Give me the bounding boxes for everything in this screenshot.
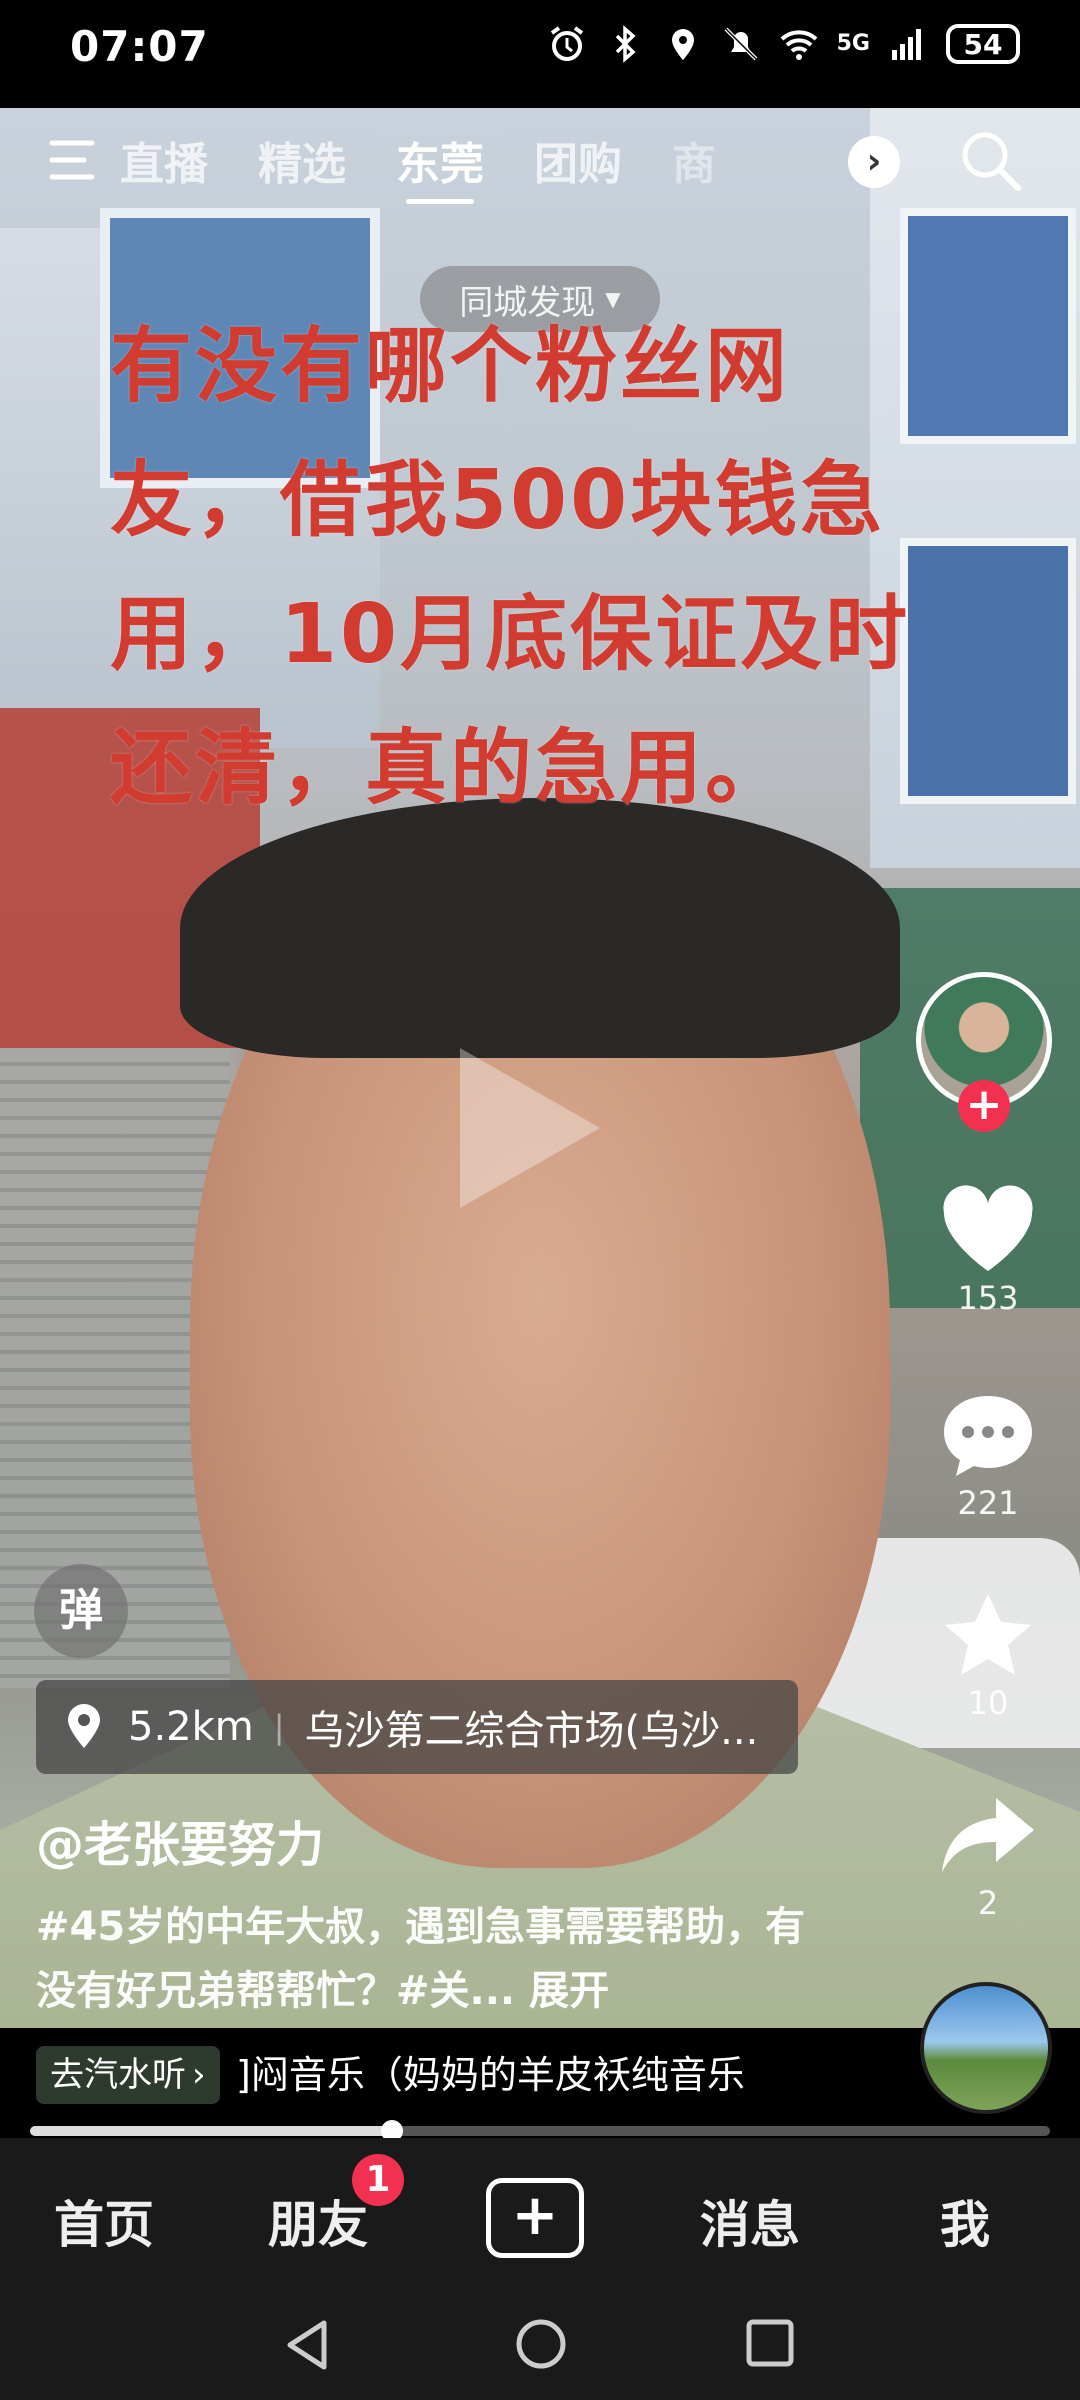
- status-time: 07:07: [70, 22, 209, 71]
- like-count: 153: [957, 1279, 1019, 1317]
- menu-icon[interactable]: [48, 135, 108, 185]
- progress-fill: [30, 2126, 393, 2136]
- location-chip[interactable]: 5.2km | 乌沙第二综合市场(乌沙...: [36, 1680, 798, 1774]
- share-button[interactable]: 2: [928, 1790, 1048, 1922]
- back-icon[interactable]: [282, 2318, 332, 2372]
- open-music-app-button[interactable]: 去汽水听 ›: [36, 2046, 220, 2104]
- scene-hair: [180, 798, 900, 1058]
- location-icon: [671, 29, 694, 60]
- expand-link[interactable]: 展开: [529, 1968, 609, 2014]
- nav-friends[interactable]: 朋友: [268, 2185, 368, 2257]
- nav-home[interactable]: 首页: [54, 2185, 154, 2257]
- home-icon[interactable]: [515, 2318, 567, 2370]
- video-caption-overlay: 有没有哪个粉丝网友，借我500块钱急用，10月底保证及时还清，真的急用。: [110, 319, 911, 816]
- share-count: 2: [977, 1884, 999, 1922]
- tab-group-buy[interactable]: 团购: [534, 128, 622, 192]
- post-description: #45岁的中年大叔，遇到急事需要帮助，有没有好兄弟帮帮忙？#关... 展开: [36, 1895, 836, 2023]
- tab-mall[interactable]: 商: [672, 128, 716, 192]
- heart-icon: [943, 1185, 1033, 1271]
- network-label: 5G: [836, 31, 870, 56]
- mute-icon: [724, 27, 758, 61]
- music-disc-icon[interactable]: [920, 1982, 1052, 2114]
- battery-indicator: 54: [946, 24, 1020, 64]
- recents-icon[interactable]: [745, 2318, 795, 2368]
- location-distance: 5.2km: [128, 1704, 254, 1750]
- favorite-button[interactable]: 10: [928, 1590, 1048, 1722]
- wifi-icon: [780, 30, 817, 60]
- danmu-toggle-button[interactable]: 弹: [34, 1564, 128, 1658]
- video-progress-bar[interactable]: [30, 2120, 1050, 2142]
- tab-live[interactable]: 直播: [120, 128, 208, 192]
- search-icon[interactable]: [955, 125, 1027, 197]
- comment-button[interactable]: 221: [928, 1390, 1048, 1522]
- share-icon: [942, 1798, 1034, 1872]
- location-pin-icon: [68, 1704, 100, 1748]
- create-post-button[interactable]: +: [486, 2178, 584, 2258]
- system-nav-bar: [0, 2288, 1080, 2400]
- signal-icon: [892, 29, 921, 60]
- like-button[interactable]: 153: [928, 1185, 1048, 1317]
- location-name: 乌沙第二综合市场(乌沙...: [304, 1708, 759, 1754]
- star-icon: [945, 1594, 1031, 1675]
- post-description-text: #45岁的中年大叔，遇到急事需要帮助，有没有好兄弟帮帮忙？#关...: [36, 1904, 806, 2014]
- favorite-count: 10: [967, 1684, 1009, 1722]
- tab-local[interactable]: 东莞: [396, 128, 484, 204]
- friends-badge: 1: [352, 2154, 404, 2206]
- chevron-right-icon[interactable]: ›: [848, 136, 900, 188]
- play-icon[interactable]: [460, 1048, 600, 1208]
- author-username[interactable]: @老张要努力: [36, 1805, 324, 1875]
- status-icons: 5G 54: [547, 24, 1020, 64]
- alarm-icon: [550, 26, 583, 61]
- bluetooth-icon: [615, 25, 636, 63]
- nav-me[interactable]: 我: [940, 2185, 990, 2257]
- nav-messages[interactable]: 消息: [700, 2185, 800, 2257]
- divider: |: [273, 1708, 285, 1746]
- comment-icon: [944, 1396, 1032, 1476]
- top-tabs: 直播 精选 东莞 团购 商: [120, 128, 716, 204]
- chevron-right-icon: ›: [192, 2055, 206, 2095]
- open-music-app-label: 去汽水听: [50, 2055, 186, 2095]
- music-track-title: ]闷音乐（妈妈的羊皮袄纯音乐: [236, 2053, 745, 2097]
- comment-count: 221: [957, 1484, 1019, 1522]
- status-bar: 07:07 5G 54: [0, 0, 1080, 108]
- tab-featured[interactable]: 精选: [258, 128, 346, 192]
- follow-button[interactable]: +: [958, 1080, 1010, 1132]
